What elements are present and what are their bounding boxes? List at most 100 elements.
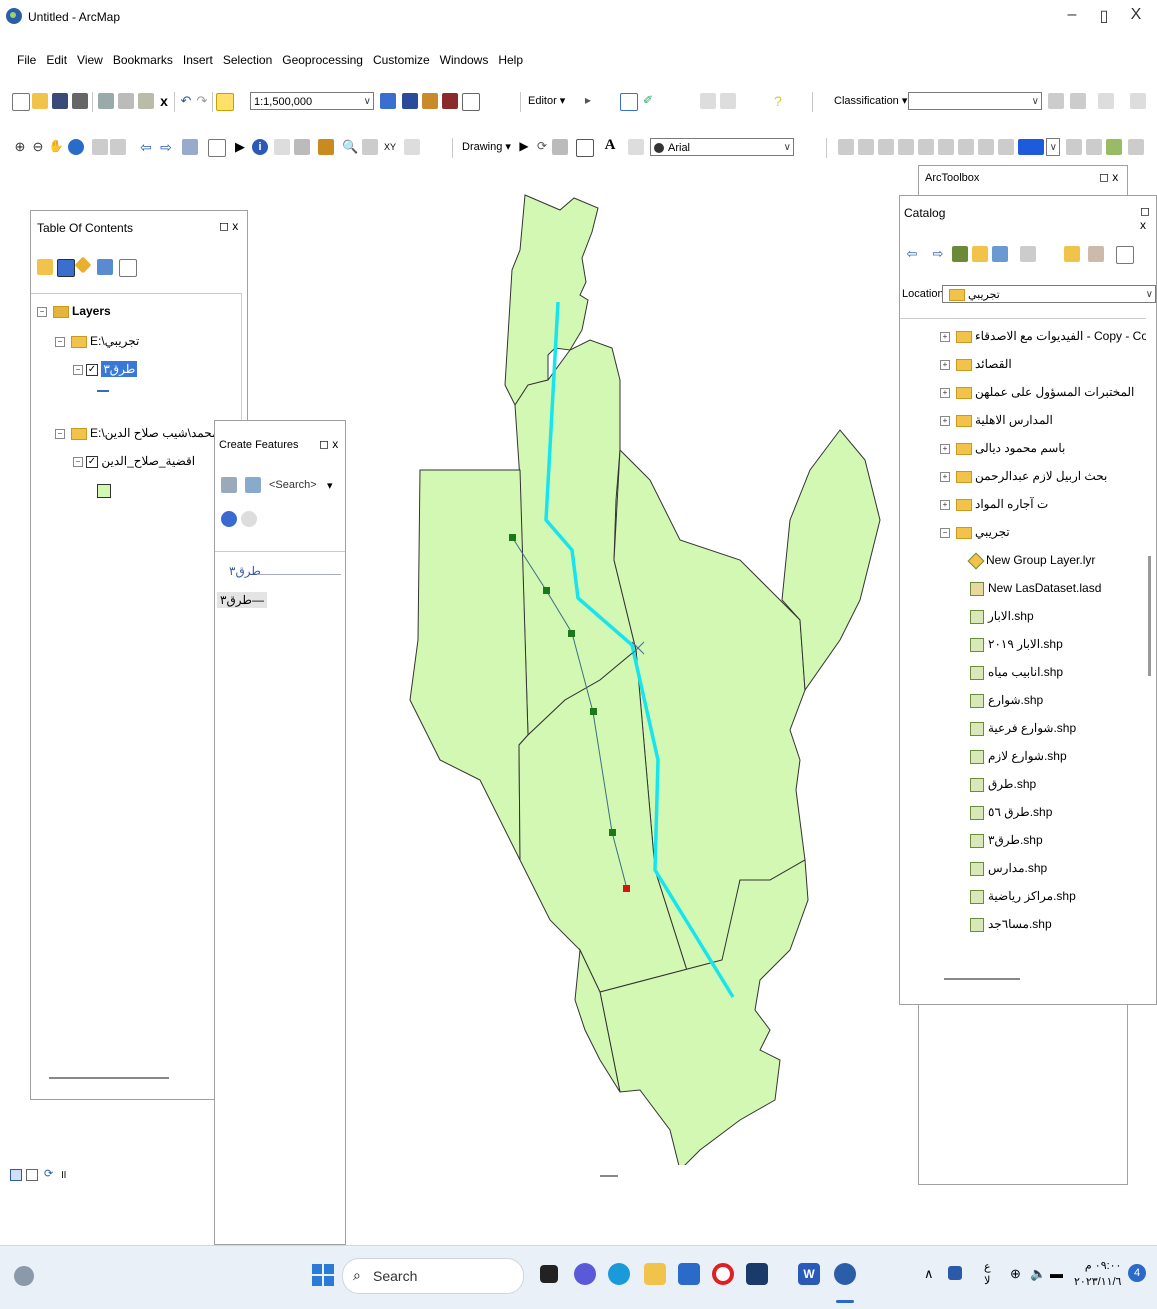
- collapse-icon[interactable]: −: [37, 306, 47, 317]
- catalog-item[interactable]: + بحث اربيل لازم عبدالرحمن: [940, 469, 1107, 483]
- list-by-drawing-order-icon[interactable]: [37, 259, 53, 275]
- clear-selection-icon[interactable]: [208, 139, 226, 157]
- layout-icon-3[interactable]: [1106, 139, 1122, 155]
- catalog-horizontal-scrollbar[interactable]: [944, 978, 1020, 980]
- expand-icon[interactable]: +: [940, 387, 950, 398]
- menu-help[interactable]: Help: [493, 48, 528, 72]
- georef-icon-8[interactable]: [978, 139, 994, 155]
- zoom-whole-page-icon[interactable]: [552, 139, 568, 155]
- color-fill-icon[interactable]: [1018, 139, 1044, 155]
- menu-view[interactable]: View: [72, 48, 108, 72]
- back-extent-icon[interactable]: ⇦: [138, 139, 154, 155]
- graph-icon[interactable]: [1098, 93, 1114, 109]
- tree-options-icon[interactable]: [1088, 246, 1104, 262]
- find-route-icon[interactable]: [362, 139, 378, 155]
- chevron-down-icon[interactable]: ▾: [327, 479, 333, 492]
- catalog-file[interactable]: طرق ٥٦.shp: [970, 805, 1052, 820]
- teams-icon[interactable]: [574, 1263, 596, 1285]
- expand-icon[interactable]: +: [940, 443, 950, 454]
- back-icon[interactable]: ⇦: [904, 246, 920, 262]
- list-by-visibility-icon[interactable]: [74, 256, 92, 274]
- georef-icon-7[interactable]: [958, 139, 974, 155]
- collapse-icon[interactable]: −: [73, 456, 83, 467]
- catalog-item[interactable]: +الفيديوات مع الاصدقاء - Copy - Copy: [940, 329, 1146, 343]
- create-features-controls[interactable]: ◻ x: [319, 437, 338, 451]
- layer-visibility-checkbox[interactable]: ✓: [86, 455, 98, 468]
- forward-icon[interactable]: ⇨: [930, 246, 946, 262]
- editor-toolbar-icon[interactable]: [380, 93, 396, 109]
- open-folder-icon[interactable]: [32, 93, 48, 109]
- expand-icon[interactable]: +: [940, 471, 950, 482]
- rectangle-tool-icon[interactable]: [576, 139, 594, 157]
- store-icon[interactable]: [746, 1263, 768, 1285]
- toc-panel-controls[interactable]: ◻ x: [219, 219, 238, 233]
- battery-icon[interactable]: ▬: [1050, 1266, 1063, 1281]
- identify-icon[interactable]: i: [252, 139, 268, 155]
- edit-vertices-icon[interactable]: [628, 139, 644, 155]
- pan-icon[interactable]: ✋: [48, 139, 64, 155]
- georef-icon-1[interactable]: [838, 139, 854, 155]
- catalog-controls[interactable]: ◻ x: [1140, 204, 1156, 232]
- catalog-file[interactable]: طرق.shp: [970, 777, 1036, 792]
- search-icon[interactable]: [221, 511, 237, 527]
- rotate-element-icon[interactable]: ⟳: [534, 139, 550, 155]
- menu-selection[interactable]: Selection: [218, 48, 277, 72]
- table-of-contents-icon[interactable]: [402, 93, 418, 109]
- toc-group-tajribi[interactable]: − E:\تجريبي: [55, 334, 139, 348]
- print-icon[interactable]: [72, 93, 88, 109]
- toc-layer-roads3[interactable]: − ✓ طرق٣: [73, 361, 138, 377]
- attributes-icon[interactable]: ?: [770, 93, 786, 109]
- opera-icon[interactable]: [712, 1263, 734, 1285]
- menu-customize[interactable]: Customize: [368, 48, 435, 72]
- catalog-window-icon[interactable]: [422, 93, 438, 109]
- layer-name-selected[interactable]: طرق٣: [101, 361, 138, 377]
- clear-search-icon[interactable]: [241, 511, 257, 527]
- catalog-item[interactable]: + المدارس الاهلية: [940, 413, 1053, 427]
- close-button[interactable]: X: [1126, 6, 1146, 24]
- pointer-icon[interactable]: [1130, 93, 1146, 109]
- collapse-icon[interactable]: −: [940, 527, 950, 538]
- measure-icon[interactable]: [318, 139, 334, 155]
- mail-icon[interactable]: [678, 1263, 700, 1285]
- connect-folder-icon[interactable]: [992, 246, 1008, 262]
- filter-icon[interactable]: [221, 477, 237, 493]
- map-scrollbar[interactable]: [600, 1175, 618, 1177]
- language-indicator[interactable]: عﻻ: [984, 1260, 991, 1288]
- new-document-icon[interactable]: [12, 93, 30, 111]
- delete-icon[interactable]: x: [156, 93, 172, 109]
- volume-icon[interactable]: 🔈: [1030, 1266, 1046, 1282]
- classify-icon[interactable]: [1048, 93, 1064, 109]
- minimize-button[interactable]: –: [1062, 6, 1082, 24]
- taskbar-search-box[interactable]: ⌕ Search: [342, 1258, 524, 1294]
- weather-icon[interactable]: [14, 1266, 34, 1286]
- network-icon[interactable]: ⊕: [1010, 1266, 1021, 1282]
- expand-icon[interactable]: +: [940, 359, 950, 370]
- chevron-up-icon[interactable]: ∧: [924, 1266, 934, 1282]
- catalog-file[interactable]: مراكز رياضية.shp: [970, 889, 1076, 904]
- full-extent-icon[interactable]: [68, 139, 84, 155]
- catalog-item[interactable]: + القصائد: [940, 357, 1012, 371]
- color-combo[interactable]: ∨: [1046, 138, 1060, 156]
- catalog-file[interactable]: مدارس.shp: [970, 861, 1047, 876]
- menu-file[interactable]: File: [12, 48, 41, 72]
- layout-icon-4[interactable]: [1128, 139, 1144, 155]
- split-tool-icon[interactable]: [700, 93, 716, 109]
- text-tool-icon[interactable]: A: [602, 137, 618, 153]
- collapse-icon[interactable]: −: [73, 364, 83, 375]
- up-level-icon[interactable]: [952, 246, 968, 262]
- classification-menu[interactable]: Classification ▾: [834, 92, 907, 110]
- python-window-icon[interactable]: [462, 93, 480, 111]
- catalog-file[interactable]: مسا٦جد.shp: [970, 917, 1052, 932]
- toc-scrollbar[interactable]: [49, 1077, 169, 1079]
- save-icon[interactable]: [52, 93, 68, 109]
- map-scale-combo[interactable]: 1:1,500,000 ∨: [250, 92, 374, 110]
- georef-icon-3[interactable]: [878, 139, 894, 155]
- editor-menu[interactable]: Editor ▾: [528, 92, 565, 110]
- catalog-file[interactable]: طرق٣.shp: [970, 833, 1043, 848]
- organize-templates-icon[interactable]: [245, 477, 261, 493]
- catalog-file[interactable]: انابيب مياه.shp: [970, 665, 1063, 680]
- time-slider-icon[interactable]: [404, 139, 420, 155]
- undo-icon[interactable]: ↶: [178, 93, 194, 109]
- pause-drawing-icon[interactable]: ॥: [60, 1167, 67, 1182]
- edit-tool-icon[interactable]: ▸: [580, 93, 596, 109]
